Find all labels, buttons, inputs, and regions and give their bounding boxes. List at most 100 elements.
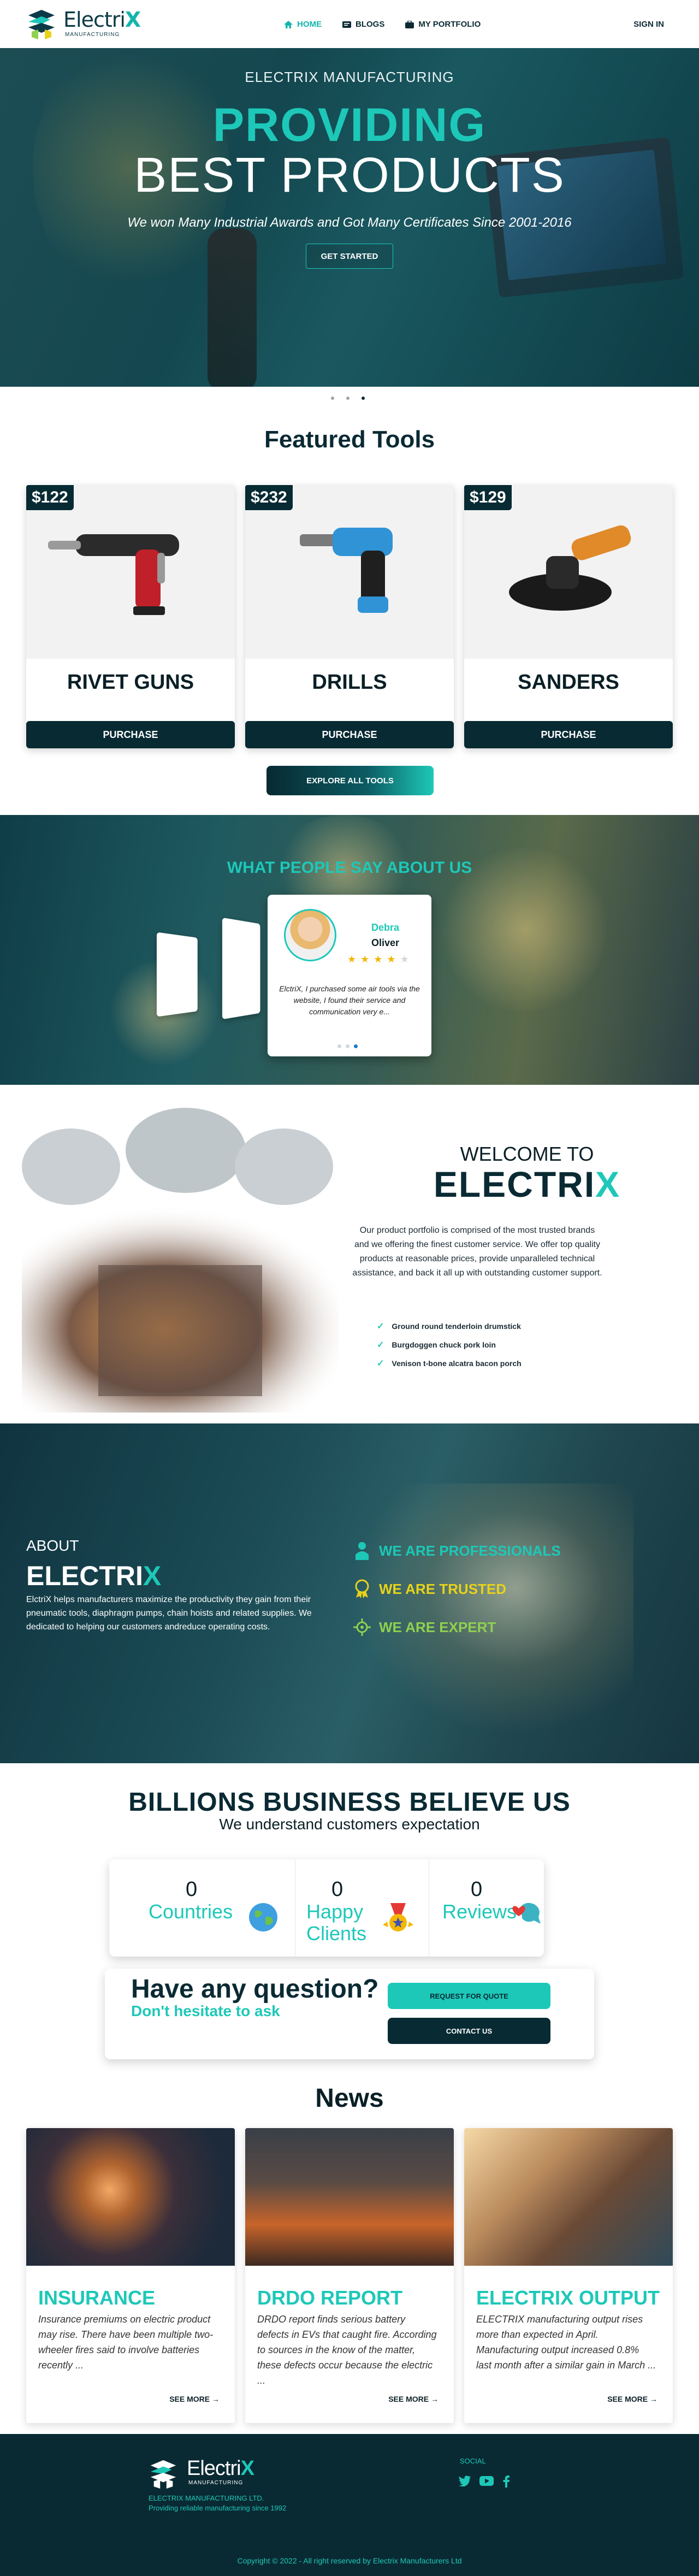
nav-blogs[interactable]: BLOGS	[342, 20, 384, 29]
about-section: ABOUT ELECTRIX ElctriX helps manufacture…	[0, 1423, 699, 1763]
news-image-factory[interactable]	[245, 2128, 454, 2266]
testimonial-dot[interactable]	[346, 1044, 350, 1048]
news-image-worker[interactable]	[464, 2128, 673, 2266]
footer-logo-icon[interactable]	[149, 2458, 178, 2490]
stat-label: Happy Clients	[306, 1900, 367, 1945]
tool-price: $129	[464, 485, 512, 510]
news-title: DRDO REPORT	[257, 2287, 403, 2309]
youtube-icon[interactable]	[479, 2475, 494, 2486]
purchase-button[interactable]: PURCHASE	[245, 721, 454, 748]
news-card: ELECTRIX OUTPUT ELECTRIX manufacturing o…	[464, 2128, 673, 2423]
drill-image	[300, 528, 393, 613]
logo-icon[interactable]	[26, 8, 57, 40]
chat-heart-icon	[512, 1903, 541, 1924]
footer-logo-subtitle: MANUFACTURING	[188, 2480, 244, 2486]
testimonial-card-back[interactable]	[156, 932, 198, 1017]
globe-icon	[249, 1903, 277, 1931]
nav-portfolio-label: MY PORTFOLIO	[418, 20, 481, 29]
social-icons	[459, 2475, 510, 2488]
footer: ElectriX MANUFACTURING ELECTRIX MANUFACT…	[0, 2434, 699, 2576]
hero-kicker: ELECTRIX MANUFACTURING	[245, 69, 454, 85]
question-panel: Have any question? Don't hesitate to ask…	[105, 1969, 594, 2059]
nav-links: HOME BLOGS MY PORTFOLIO	[284, 20, 481, 29]
badge-expert: WE ARE EXPERT	[353, 1617, 561, 1638]
testimonial-dot[interactable]	[337, 1044, 341, 1048]
testimonial-quote: ElctriX, I purchased some air tools via …	[279, 984, 420, 1016]
medal-icon	[353, 1579, 371, 1599]
nav-home[interactable]: HOME	[284, 20, 322, 29]
tool-price: $232	[245, 485, 293, 510]
star-icon: ★	[387, 954, 400, 965]
request-quote-button[interactable]: REQUEST FOR QUOTE	[388, 1983, 550, 2009]
stat-countries: 0 Countries	[109, 1859, 295, 1957]
see-more-link[interactable]: SEE MORE →	[169, 2395, 220, 2403]
stat-reviews: 0 Reviews	[429, 1859, 544, 1957]
purchase-button[interactable]: PURCHASE	[464, 721, 673, 748]
footer-social-label: SOCIAL	[460, 2457, 486, 2465]
expert-icon	[353, 1617, 371, 1638]
welcome-description: Our product portfolio is comprised of th…	[352, 1226, 602, 1278]
billions-subtitle: We understand customers expectation	[219, 1816, 480, 1833]
news-excerpt: Insurance premiums on electric product m…	[38, 2314, 214, 2371]
carousel-dot[interactable]	[346, 397, 350, 400]
news-card: INSURANCE Insurance premiums on electric…	[26, 2128, 235, 2423]
person-icon	[353, 1540, 371, 1561]
nav-portfolio[interactable]: MY PORTFOLIO	[405, 20, 481, 29]
testimonial-dot-active[interactable]	[354, 1044, 358, 1048]
badge-trusted: WE ARE TRUSTED	[353, 1579, 561, 1599]
rating-stars: ★★★★★	[347, 954, 413, 965]
top-navbar: ElectriX MANUFACTURING HOME BLOGS MY POR…	[0, 0, 699, 48]
logo-subtitle: MANUFACTURING	[65, 32, 120, 38]
testimonial-dots	[337, 1044, 358, 1048]
tool-card: $232 DRILLS PURCHASE	[245, 485, 454, 748]
see-more-link[interactable]: SEE MORE →	[388, 2395, 439, 2403]
reviewer-last-name: Oliver	[371, 937, 400, 948]
welcome-title-line1: WELCOME TO	[460, 1143, 594, 1165]
about-badges: WE ARE PROFESSIONALS WE ARE TRUSTED WE A…	[353, 1540, 561, 1655]
news-image-welding[interactable]	[26, 2128, 235, 2266]
get-started-button[interactable]: GET STARTED	[306, 244, 393, 269]
footer-tagline: Providing reliable manufacturing since 1…	[149, 2504, 287, 2512]
about-description: ElctriX helps manufacturers maximize the…	[26, 1595, 312, 1632]
arrow-right-icon: →	[650, 2395, 657, 2403]
carousel-dot-active[interactable]	[362, 397, 365, 400]
news-title: INSURANCE	[38, 2287, 156, 2309]
twitter-icon[interactable]	[459, 2475, 471, 2486]
rivet-gun-image	[48, 534, 179, 615]
star-icon: ★	[374, 954, 387, 965]
logo-wordmark[interactable]: ElectriX	[63, 8, 141, 32]
carousel-dot[interactable]	[331, 397, 334, 400]
stat-label: Reviews	[442, 1900, 517, 1923]
hero-subtitle: We won Many Industrial Awards and Got Ma…	[127, 215, 572, 230]
checklist-item: ✓ Ground round tenderloin drumstick	[377, 1322, 521, 1331]
about-brand: ELECTRIX	[26, 1561, 162, 1591]
tool-card: $122 RIVET GUNS PURCHASE	[26, 485, 235, 748]
purchase-button[interactable]: PURCHASE	[26, 721, 235, 748]
explore-all-tools-button[interactable]: EXPLORE ALL TOOLS	[266, 766, 434, 795]
signin-link[interactable]: SIGN IN	[633, 20, 664, 29]
badge-professionals: WE ARE PROFESSIONALS	[353, 1540, 561, 1561]
stat-happy-clients: 0 Happy Clients	[295, 1859, 429, 1957]
news-card: DRDO REPORT DRDO report finds serious ba…	[245, 2128, 454, 2423]
home-icon	[284, 20, 293, 28]
news-excerpt: ELECTRIX manufacturing output rises more…	[476, 2314, 656, 2371]
stat-value: 0	[186, 1878, 198, 1901]
news-title: News	[315, 2084, 384, 2113]
reviewer-first-name: Debra	[371, 922, 400, 933]
stat-value: 0	[471, 1878, 483, 1901]
footer-copyright: Copyright © 2022 - All right reserved by…	[237, 2556, 462, 2565]
footer-company-name: ELECTRIX MANUFACTURING LTD.	[149, 2494, 264, 2502]
tool-name: RIVET GUNS	[67, 671, 194, 694]
see-more-link[interactable]: SEE MORE →	[607, 2395, 657, 2403]
tool-name: DRILLS	[312, 671, 387, 694]
facebook-icon[interactable]	[502, 2475, 510, 2488]
contact-us-button[interactable]: CONTACT US	[388, 2018, 550, 2044]
testimonial-card-back[interactable]	[222, 917, 260, 1020]
tool-image	[26, 485, 235, 659]
checklist-item: ✓ Burgdoggen chuck pork loin	[377, 1340, 496, 1350]
stat-value: 0	[331, 1878, 343, 1901]
star-empty-icon: ★	[400, 954, 413, 965]
footer-logo-wordmark[interactable]: ElectriX	[187, 2457, 254, 2480]
nav-home-label: HOME	[297, 20, 322, 29]
star-icon: ★	[360, 954, 374, 965]
